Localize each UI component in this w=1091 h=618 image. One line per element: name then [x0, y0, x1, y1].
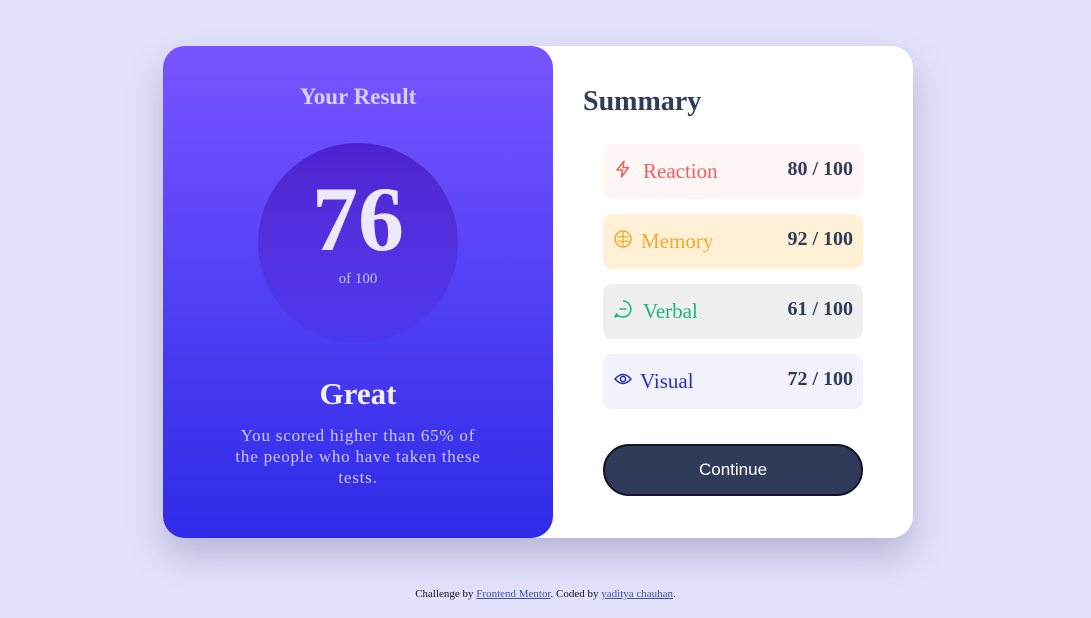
- summary-item-reaction: Reaction 80 / 100: [603, 144, 863, 199]
- chat-icon: [613, 299, 633, 319]
- attribution: Challenge by Frontend Mentor. Coded by y…: [0, 588, 1091, 600]
- attribution-suffix: .: [673, 588, 676, 600]
- frontend-mentor-link[interactable]: Frontend Mentor: [476, 588, 550, 600]
- score-total: / 100: [812, 298, 853, 320]
- summary-item-label: Memory: [641, 229, 714, 253]
- rating-description: You scored higher than 65% of the people…: [235, 426, 481, 487]
- score-number: 72: [787, 368, 808, 390]
- author-link[interactable]: yaditya chauhan: [601, 588, 673, 600]
- brain-icon: [613, 229, 633, 249]
- attribution-middle: . Coded by: [550, 588, 602, 600]
- score-number: 61: [787, 298, 808, 320]
- rating-title: Great: [319, 376, 397, 411]
- score-of: of 100: [338, 271, 378, 287]
- summary-item-score: 72 / 100: [787, 368, 853, 391]
- summary-item-score: 80 / 100: [787, 158, 853, 181]
- eye-icon: [613, 369, 633, 389]
- summary-item-verbal: Verbal 61 / 100: [603, 284, 863, 339]
- summary-item-label: Verbal: [643, 299, 698, 323]
- summary-item-memory: Memory 92 / 100: [603, 214, 863, 269]
- result-panel: Your Result 76 of 100 Great You scored h…: [163, 46, 553, 538]
- summary-item-visual: Visual 72 / 100: [603, 354, 863, 409]
- score-total: / 100: [812, 158, 853, 180]
- lightning-icon: [613, 159, 633, 179]
- score-total: / 100: [812, 368, 853, 390]
- score-value: 76: [312, 168, 404, 270]
- summary-title: Summary: [583, 86, 702, 117]
- result-title: Your Result: [299, 84, 417, 109]
- summary-item-label: Visual: [640, 369, 694, 393]
- attribution-prefix: Challenge by: [415, 588, 477, 600]
- score-total: / 100: [812, 228, 853, 250]
- summary-item-label: Reaction: [643, 159, 718, 183]
- summary-item-score: 92 / 100: [787, 228, 853, 251]
- score-number: 80: [787, 158, 808, 180]
- results-card: Your Result 76 of 100 Great You scored h…: [163, 46, 913, 538]
- summary-panel: Summary Reaction 80 / 100 Memory 92 / 10…: [553, 46, 913, 538]
- score-circle: 76 of 100: [258, 143, 458, 343]
- summary-item-score: 61 / 100: [787, 298, 853, 321]
- score-number: 92: [787, 228, 808, 250]
- continue-button[interactable]: Continue: [603, 444, 863, 496]
